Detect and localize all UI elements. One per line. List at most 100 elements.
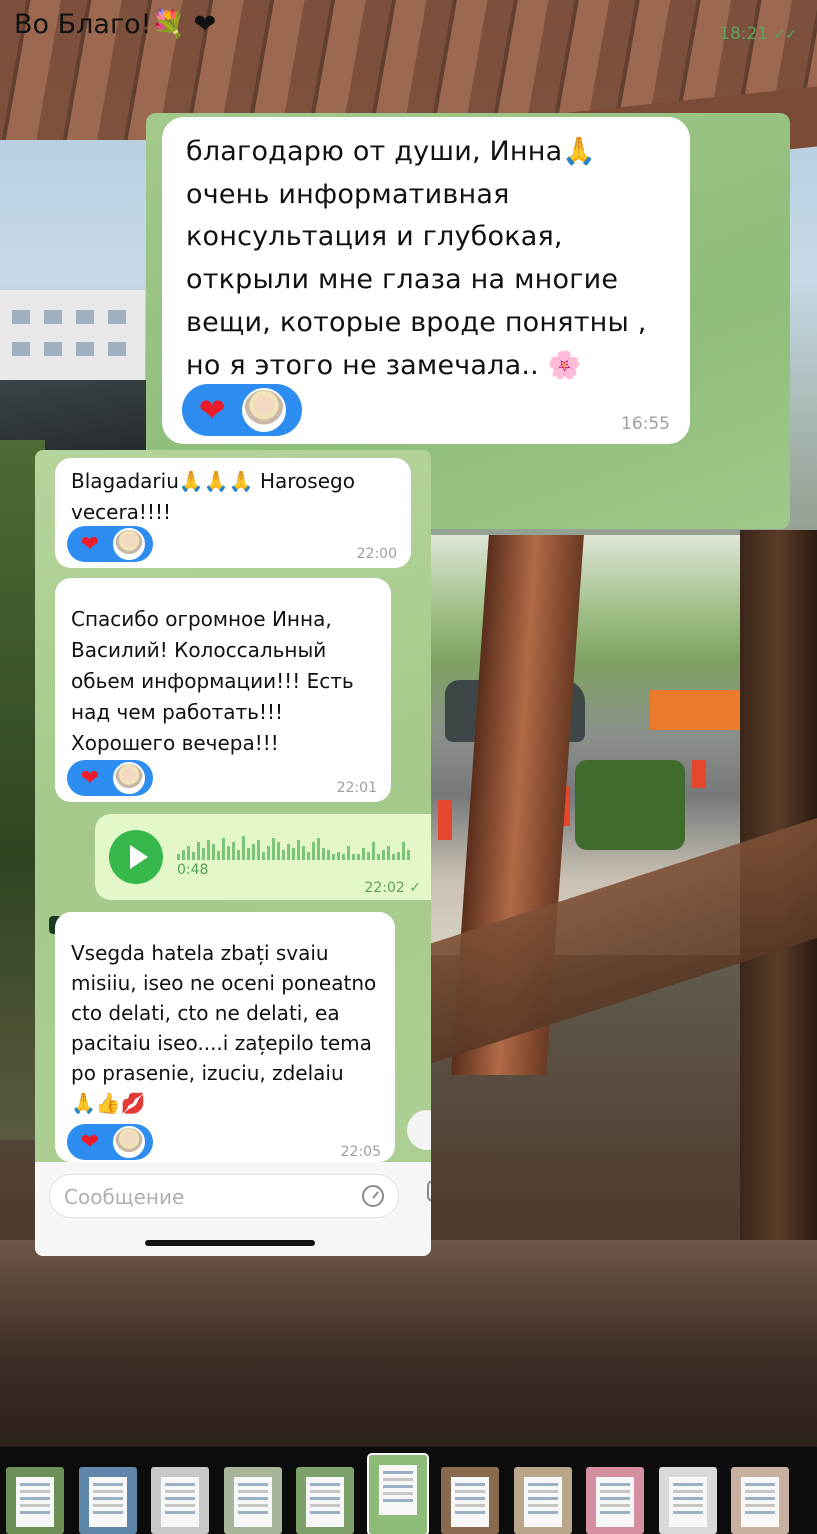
reaction-pill[interactable]: ❤ <box>67 760 153 796</box>
waveform-bar <box>222 838 225 860</box>
waveform-bar <box>227 846 230 860</box>
waveform-bar <box>387 846 390 860</box>
chat-screenshot-bottom: Blagadariu🙏🙏🙏 Harosego vecera!!!! ❤ 22:0… <box>35 450 431 1256</box>
heart-reaction-icon: ❤ <box>80 765 100 791</box>
message-text: благодарю от души, Инна🙏 очень информати… <box>186 136 647 381</box>
waveform-bar <box>187 846 190 860</box>
message-time: 22:05 <box>340 1144 381 1160</box>
story-thumbnail[interactable] <box>223 1467 282 1534</box>
traffic-cone <box>438 800 452 840</box>
waveform-bar <box>377 854 380 860</box>
waveform-bar <box>177 854 180 860</box>
incoming-message-bubble[interactable]: Спасибо огромное Инна, Василий! Колоссал… <box>55 578 391 802</box>
thumbnail-preview <box>306 1477 344 1527</box>
home-indicator <box>145 1240 315 1246</box>
story-thumbnail[interactable] <box>296 1467 354 1534</box>
thumbnail-preview <box>16 1477 54 1527</box>
message-time: 16:55 <box>621 414 670 434</box>
story-thumbnail[interactable] <box>366 1453 429 1534</box>
story-thumbnail[interactable] <box>658 1467 717 1534</box>
waveform-bar <box>197 842 200 860</box>
voice-message-bubble[interactable]: 0:48 22:02 ✓ <box>95 814 431 900</box>
message-time: 22:00 <box>356 546 397 562</box>
waveform-bar <box>212 844 215 860</box>
incoming-message-bubble[interactable]: Vsegda hatela zbați svaiu misiiu, iseo n… <box>55 912 395 1162</box>
waveform-bar <box>257 840 260 860</box>
waveform-bar <box>237 850 240 860</box>
voice-waveform[interactable] <box>177 834 427 860</box>
waveform-bar <box>362 848 365 860</box>
message-time: 18:21 ✓✓ <box>719 24 797 44</box>
thumbnail-preview <box>451 1477 489 1527</box>
waveform-bar <box>317 838 320 860</box>
waveform-bar <box>232 842 235 860</box>
message-input-placeholder: Сообщение <box>64 1185 185 1209</box>
waveform-bar <box>287 844 290 860</box>
message-text: Во Благо!💐 ❤ <box>14 9 217 40</box>
waveform-bar <box>342 854 345 860</box>
play-icon[interactable] <box>109 830 163 884</box>
waveform-bar <box>402 842 405 860</box>
heart-reaction-icon: ❤ <box>80 531 100 557</box>
story-thumbnail[interactable] <box>586 1467 644 1534</box>
story-thumbnail[interactable] <box>151 1467 209 1534</box>
thumbnail-preview <box>88 1477 127 1527</box>
heart-reaction-icon: ❤ <box>80 1129 100 1155</box>
waveform-bar <box>192 852 195 860</box>
waveform-bar <box>247 848 250 860</box>
waveform-bar <box>262 852 265 860</box>
waveform-bar <box>277 842 280 860</box>
thumbnail-preview <box>668 1477 707 1527</box>
waveform-bar <box>272 838 275 860</box>
construction-fence <box>650 690 750 730</box>
hedge <box>575 760 685 850</box>
mic-icon[interactable] <box>427 1180 431 1202</box>
waveform-bar <box>292 848 295 860</box>
waveform-bar <box>267 846 270 860</box>
thumbnail-preview <box>523 1477 562 1527</box>
floor <box>0 1240 817 1450</box>
incoming-message-bubble[interactable]: Blagadariu🙏🙏🙏 Harosego vecera!!!! ❤ 22:0… <box>55 458 411 568</box>
reaction-pill[interactable]: ❤ <box>67 526 153 562</box>
waveform-bar <box>207 840 210 860</box>
time-label: 18:21 <box>719 24 769 44</box>
waveform-bar <box>242 836 245 860</box>
reactor-avatar <box>113 1126 145 1158</box>
waveform-bar <box>217 851 220 860</box>
reaction-pill[interactable]: ❤ <box>67 1124 153 1160</box>
thumbnail-strip <box>0 1447 817 1534</box>
waveform-bar <box>367 852 370 860</box>
waveform-bar <box>297 840 300 860</box>
time-label: 22:02 <box>364 880 405 896</box>
timer-icon[interactable] <box>362 1185 384 1207</box>
waveform-bar <box>312 842 315 860</box>
waveform-bar <box>382 850 385 860</box>
message-input[interactable]: Сообщение <box>49 1174 399 1218</box>
check-icon: ✓ <box>409 880 421 896</box>
story-thumbnail[interactable] <box>78 1467 137 1534</box>
thumbnail-preview <box>378 1465 417 1515</box>
waveform-bar <box>357 854 360 860</box>
waveform-bar <box>352 854 355 860</box>
scroll-down-button[interactable] <box>407 1110 431 1150</box>
message-text: Спасибо огромное Инна, Василий! Колоссал… <box>71 607 354 755</box>
story-thumbnail[interactable] <box>513 1467 572 1534</box>
story-thumbnail[interactable] <box>441 1467 499 1534</box>
thumbnail-preview <box>741 1477 779 1527</box>
waveform-bar <box>372 842 375 860</box>
waveform-bar <box>397 852 400 860</box>
waveform-bar <box>307 852 310 860</box>
thumbnail-preview <box>161 1477 199 1527</box>
reaction-pill[interactable]: ❤ <box>182 384 302 436</box>
reactor-avatar <box>242 388 286 432</box>
waveform-bar <box>302 846 305 860</box>
thumbnail-preview <box>596 1477 634 1527</box>
waveform-bar <box>327 850 330 860</box>
story-thumbnail[interactable] <box>6 1467 64 1534</box>
message-time: 22:01 <box>336 780 377 796</box>
incoming-message-bubble[interactable]: благодарю от души, Инна🙏 очень информати… <box>162 117 690 444</box>
waveform-bar <box>322 848 325 860</box>
message-text: Vsegda hatela zbați svaiu misiiu, iseo n… <box>71 941 377 1115</box>
story-thumbnail[interactable] <box>731 1467 789 1534</box>
reactor-avatar <box>113 762 145 794</box>
